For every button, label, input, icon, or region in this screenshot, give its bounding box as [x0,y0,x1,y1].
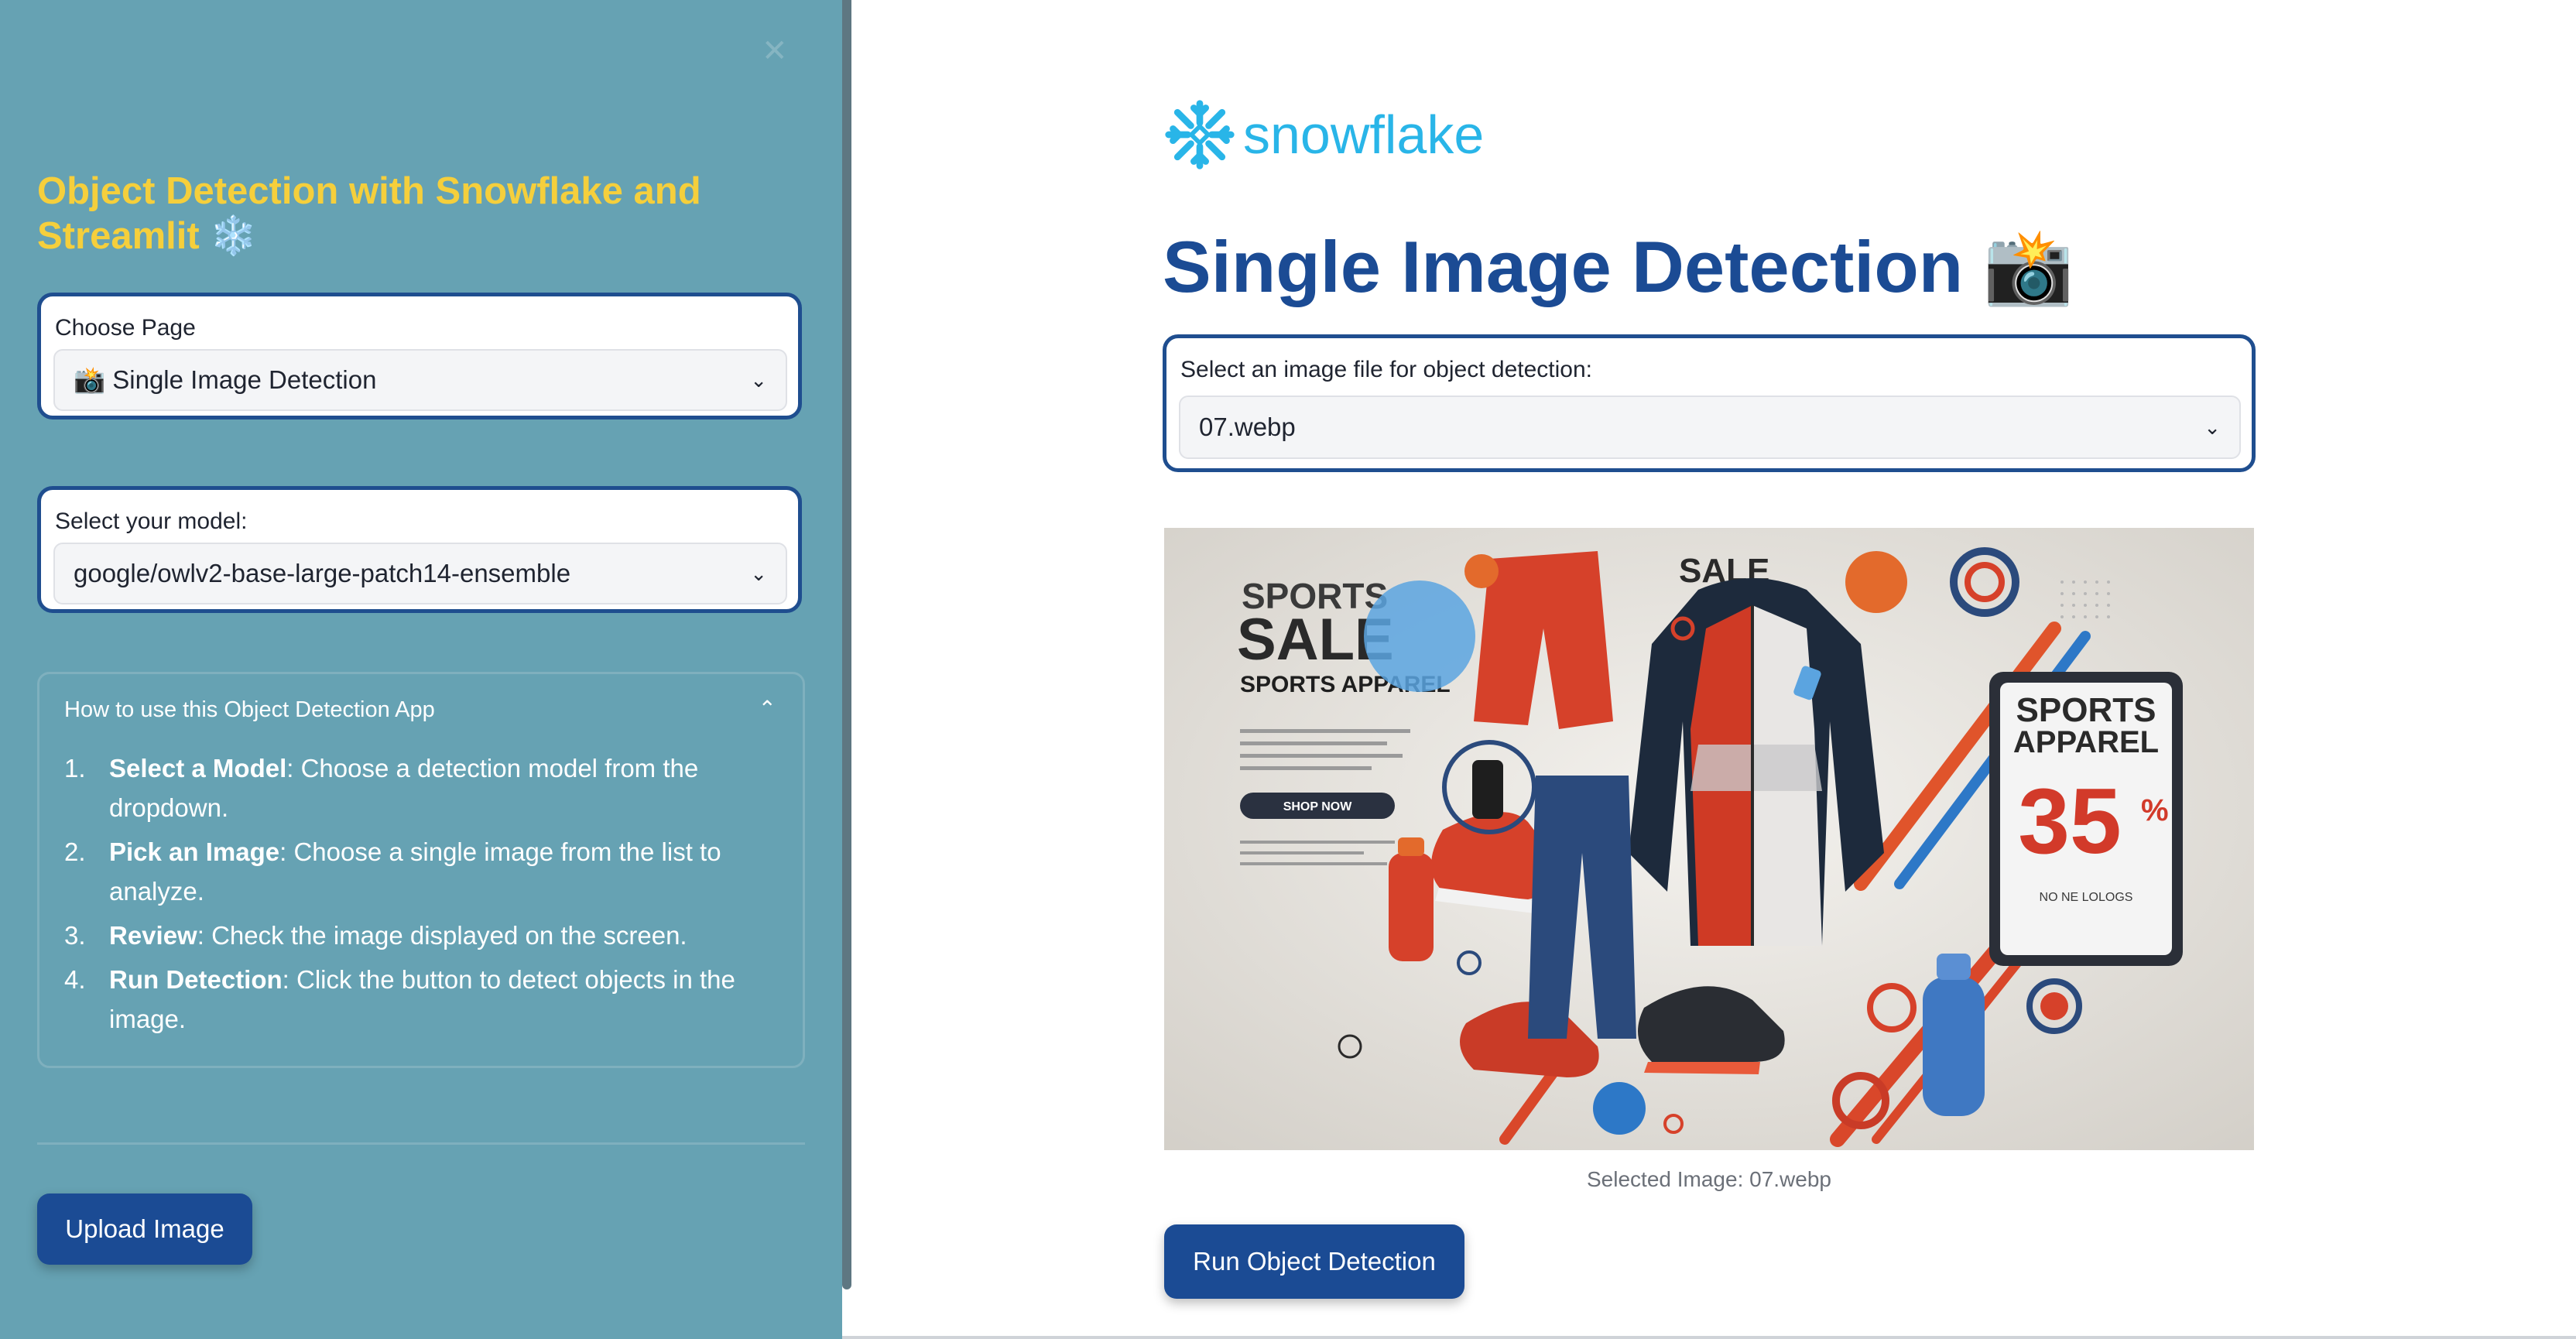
page-select[interactable]: 📸 Single Image Detection ⌄ [53,349,787,411]
page-select-card: Choose Page 📸 Single Image Detection ⌄ [37,293,802,420]
svg-text:APPAREL: APPAREL [2013,725,2159,759]
chevron-down-icon: ⌄ [750,368,767,392]
page-title: Single Image Detection 📸 [1163,226,2074,307]
sidebar-title: Object Detection with Snowflake and Stre… [37,170,701,257]
bottom-divider [842,1336,2576,1339]
chevron-down-icon: ⌄ [2204,415,2221,439]
sidebar-divider [37,1142,805,1145]
model-select-label: Select your model: [55,509,248,534]
logo-text: snowflake [1243,104,1485,165]
chevron-down-icon: ⌄ [750,561,767,585]
page-select-label: Choose Page [55,315,196,341]
snowflake-logo: snowflake [1163,98,1484,172]
page-select-value: 📸 Single Image Detection [74,365,377,394]
selected-image: SPORTS SALE SPORTS APPAREL SHOP NOW SALE [1164,528,2254,1150]
svg-text:SHOP NOW: SHOP NOW [1283,800,1353,813]
help-expander: How to use this Object Detection App ⌃ 1… [37,672,805,1068]
svg-text:NO NE LOLOGS: NO NE LOLOGS [2040,891,2133,904]
model-select-value: google/owlv2-base-large-patch14-ensemble [74,559,571,587]
image-select[interactable]: 07.webp ⌄ [1179,396,2241,459]
snowflake-icon [1165,100,1235,170]
svg-text:SPORTS: SPORTS [2016,691,2156,729]
help-step: 1. Select a Model: Choose a detection mod… [64,754,699,822]
sidebar-scrollbar[interactable] [842,0,851,1289]
help-steps: 1. Select a Model: Choose a detection mod… [64,748,745,1043]
help-step: 3. Review: Check the image displayed on t… [64,921,687,950]
help-step: 2. Pick an Image: Choose a single image f… [64,837,721,906]
help-step: 4. Run Detection: Click the button to det… [64,965,735,1033]
svg-text:%: % [2141,793,2169,827]
chevron-up-icon[interactable]: ⌃ [759,696,776,721]
model-select-card: Select your model: google/owlv2-base-lar… [37,486,802,613]
image-select-value: 07.webp [1199,413,1296,441]
help-expander-title[interactable]: How to use this Object Detection App [64,697,435,723]
close-icon[interactable]: ✕ [762,36,788,67]
svg-text:35: 35 [2018,769,2121,873]
upload-image-button[interactable]: Upload Image [37,1193,252,1265]
image-select-card: Select an image file for object detectio… [1163,334,2256,472]
model-select[interactable]: google/owlv2-base-large-patch14-ensemble… [53,543,787,604]
run-object-detection-button[interactable]: Run Object Detection [1164,1224,1464,1299]
image-select-label: Select an image file for object detectio… [1180,357,1592,382]
image-caption: Selected Image: 07.webp [1587,1167,1831,1191]
sidebar: ✕ Object Detection with Snowflake and St… [0,0,842,1339]
sports-sale-poster: SPORTS SALE SPORTS APPAREL SHOP NOW SALE [1164,528,2254,1150]
